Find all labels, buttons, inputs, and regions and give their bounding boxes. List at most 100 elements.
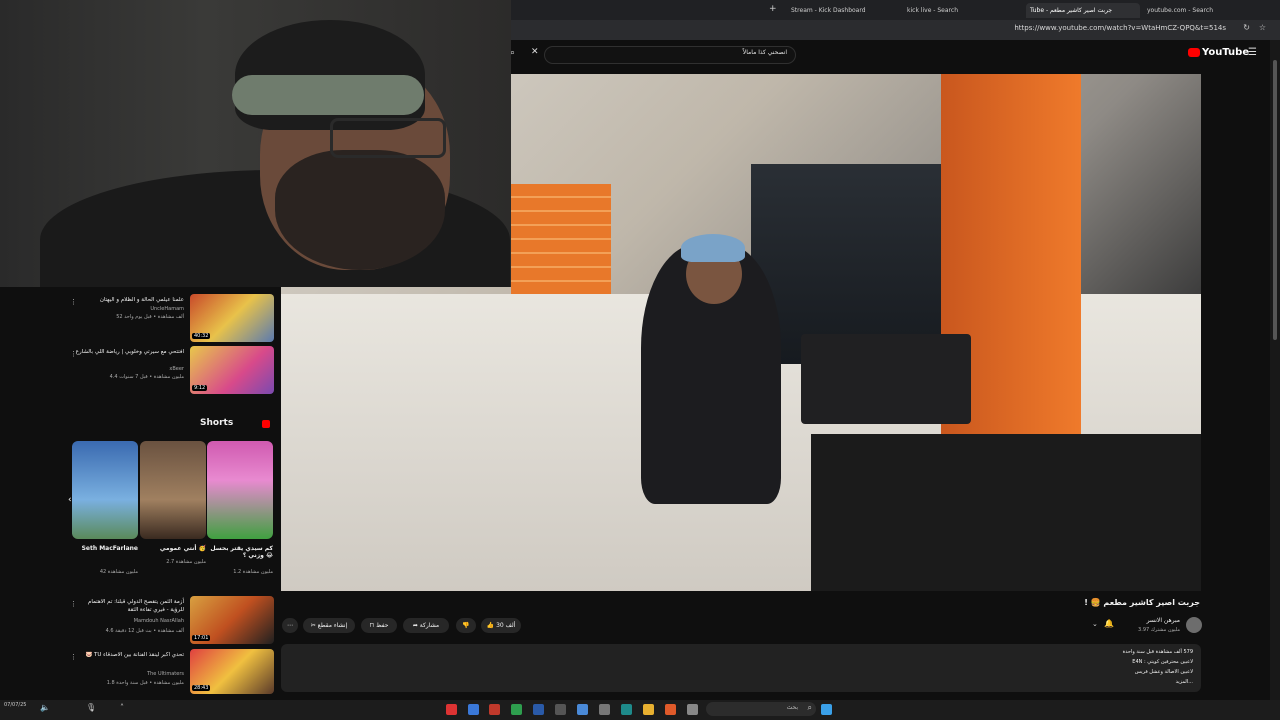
shorts-heading: Shorts [200,418,234,428]
share-button[interactable]: ➦ مشاركة [403,618,449,633]
speaker-icon[interactable]: 🔈 [40,703,50,712]
video-description[interactable]: 579 ألف مشاهدة قبل سنة واحدة لاعبين محتر… [281,644,1201,692]
dislike-button[interactable]: 👎 [456,618,476,633]
video-scene-register [801,334,971,424]
video-thumbnail[interactable]: 40:32 [190,294,274,342]
recommendation-meta: 4.6 ألف مشاهدة • بث قبل 12 دقيقة [105,628,184,634]
share-icon: ➦ [412,622,418,629]
video-scene-boxes [511,184,611,294]
chevron-up-icon[interactable]: ˄ [120,703,124,712]
bookmark-icon: ⊓ [369,622,375,629]
recommendation-title[interactable]: تحدي اكبر لينقذ الفنانة بين الاصدقاء TU … [74,651,184,659]
tab-kick-search[interactable]: kick live - Search [903,3,1017,18]
app-icon-green[interactable] [511,704,522,715]
short-title[interactable]: كم سيدي يقتر بحسل وزني ؟ 😂 [207,545,273,559]
tab-youtube-search[interactable]: youtube.com - Search [1143,3,1257,18]
new-tab-icon[interactable]: + [765,3,781,18]
channel-avatar[interactable] [1186,617,1202,633]
clip-label: إنشاء مقطع [317,622,348,629]
app-icon-browser[interactable] [468,704,479,715]
recommendation-channel: xBeer [169,366,184,372]
recommendation-meta: 52 ألف مشاهدة • قبل يوم واحد [116,314,184,320]
share-label: مشاركة [419,622,440,629]
short-title[interactable]: أنتي عمومي 🥳 [140,545,206,552]
short-views: 1.2 مليون مشاهدة [233,569,273,575]
taskbar-search-text: بحث [786,704,798,711]
description-line: 579 ألف مشاهدة قبل سنة واحدة [1122,649,1193,655]
list-item[interactable]: ⋮ 40:32 علمنا عيلمي الحالة و الظلام و ال… [70,294,274,344]
video-thumbnail[interactable]: 28:43 [190,649,274,694]
like-button[interactable]: 👍 30 ألف [481,618,521,633]
recommendation-channel: UncleHamam [150,306,184,312]
mic-icon[interactable]: 🎙 [86,703,96,712]
app-icon-edge[interactable] [621,704,632,715]
short-thumbnail[interactable] [72,441,138,539]
search-icon: ⌕ [807,703,812,712]
app-icon-wps[interactable] [489,704,500,715]
video-scene-dark-counter [811,434,1201,591]
search-value: انصحني كذا مامالاً [742,49,787,56]
thumbs-down-icon: 👎 [462,622,470,629]
recommendation-title[interactable]: علمنا عيلمي الحالة و الظلام و اليهتان [74,296,184,304]
app-icon-blue[interactable] [577,704,588,715]
chevron-left-icon[interactable]: ‹ [68,495,72,505]
app-icon-chrome[interactable] [665,704,676,715]
windows-start-icon[interactable] [821,704,832,715]
short-thumbnail[interactable] [207,441,273,539]
save-button[interactable]: ⊓ حفظ [361,618,397,633]
app-icon-record[interactable] [446,704,457,715]
more-actions-button[interactable]: ⋯ [282,618,298,633]
clip-button[interactable]: ✂ إنشاء مقطع [303,618,355,633]
duration-badge: 9:12 [192,385,208,391]
recommendation-title[interactable]: أزمة الثمن يتقصح الدولي قبلنا: تم الاهتم… [74,598,184,614]
clear-search-icon[interactable]: ✕ [531,47,539,57]
subscriber-count: 3.97 مليون مشترك [1138,627,1180,633]
channel-row: مبرهن الانسر 3.97 مليون مشترك 🔔 ⌄ [1092,614,1202,638]
list-item[interactable]: ⋮ 28:43 تحدي اكبر لينقذ الفنانة بين الاص… [70,649,274,694]
recommendation-meta: 4.4 مليون مشاهدة • قبل 7 سنوات [109,374,184,380]
webcam-person-beanie-band [232,75,424,115]
youtube-logo[interactable]: YouTube [1188,47,1249,58]
reload-icon[interactable]: ↻ [1243,23,1250,32]
star-icon[interactable]: ☆ [1259,23,1266,32]
video-thumbnail[interactable]: 17:01 [190,596,274,644]
search-input[interactable]: انصحني كذا مامالاً [544,46,796,64]
list-item[interactable]: ⋮ 17:01 أزمة الثمن يتقصح الدولي قبلنا: ت… [70,596,274,646]
url-text[interactable]: https://www.youtube.com/watch?v=WtaHmCZ-… [1014,24,1226,32]
list-item[interactable]: ⋮ 9:12 افتتحي مع سيرتي وخلوبي | رياضة ال… [70,346,274,396]
taskbar-clock[interactable]: 07/07/25 [4,702,26,708]
recommendation-title[interactable]: افتتحي مع سيرتي وخلوبي | رياضة اللي بالش… [74,348,184,356]
app-icon-shield[interactable] [533,704,544,715]
shorts-icon [262,420,270,428]
recommendation-channel: The Ultimaters [147,671,184,677]
like-count: 30 ألف [496,622,516,629]
video-title: جربت اصير كاشير مطعم 🍔 ! [1084,598,1200,607]
short-title[interactable]: Seth MacFarlane [72,545,138,552]
address-bar[interactable]: https://www.youtube.com/watch?v=WtaHmCZ-… [511,20,1280,40]
webcam-overlay [0,0,511,287]
app-icon-calculator[interactable] [599,704,610,715]
video-scene-hairnet [681,234,745,262]
logo-text: YouTube [1202,47,1250,58]
folder-icon[interactable] [643,704,654,715]
webcam-person-glasses [330,118,446,158]
app-icon-obs[interactable] [555,704,566,715]
chevron-down-icon[interactable]: ⌄ [1092,620,1098,628]
menu-icon[interactable]: ☰ [1248,47,1257,58]
save-label: حفظ [376,622,389,629]
video-thumbnail[interactable]: 9:12 [190,346,274,394]
description-line: لاعبين محترفين كويتي : E4N [1132,659,1193,665]
webcam-person-beard [275,150,445,270]
description-line: لاعبين الاصالة وعشل فريس [1134,669,1193,675]
scrollbar-thumb[interactable] [1273,60,1277,340]
task-view-icon[interactable] [687,704,698,715]
short-thumbnail[interactable] [140,441,206,539]
show-more-link[interactable]: ...المزيد [1176,679,1193,685]
tab-kick-dashboard[interactable]: Stream - Kick Dashboard [787,3,901,18]
duration-badge: 17:01 [192,635,211,641]
bell-icon[interactable]: 🔔 [1104,619,1114,628]
channel-name[interactable]: مبرهن الانسر [1147,617,1180,624]
duration-badge: 28:43 [192,685,211,691]
tab-youtube-video[interactable]: Tube - جربت اصير كاشير مطعم [1026,3,1140,18]
taskbar-search[interactable]: بحث ⌕ [706,702,816,716]
